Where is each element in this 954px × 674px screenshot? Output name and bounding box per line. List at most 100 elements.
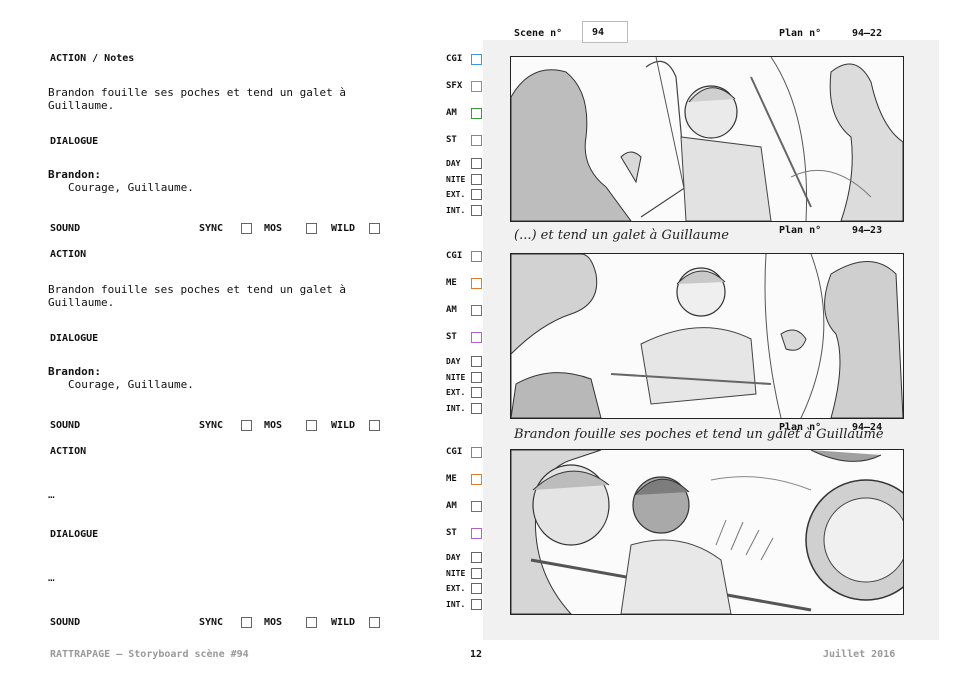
time-label: DAY <box>446 553 461 562</box>
check-label: ME <box>446 474 457 484</box>
dialogue-line: Courage, Guillaume. <box>68 378 194 391</box>
cgi-checkbox[interactable] <box>471 251 482 262</box>
sync-label: SYNC <box>199 420 224 431</box>
wild-label: WILD <box>331 420 356 431</box>
time-label: EXT. <box>446 190 466 199</box>
mos-checkbox[interactable] <box>306 223 317 234</box>
nite-checkbox[interactable] <box>471 372 482 383</box>
time-label: DAY <box>446 159 461 168</box>
time-label: INT. <box>446 600 466 609</box>
int-checkbox[interactable] <box>471 599 482 610</box>
dialogue-speaker: Brandon: <box>48 365 101 378</box>
int-checkbox[interactable] <box>471 205 482 216</box>
am-checkbox[interactable] <box>471 108 482 119</box>
check-label: ST <box>446 332 457 342</box>
mos-label: MOS <box>264 223 283 234</box>
scene-number-field[interactable]: 94 <box>582 21 628 43</box>
check-label: AM <box>446 501 457 511</box>
footer-document-title: RATTRAPAGE — Storyboard scène #94 <box>50 649 249 660</box>
st-checkbox[interactable] <box>471 528 482 539</box>
action-text: Brandon fouille ses poches et tend un ga… <box>48 283 347 309</box>
plan-label: Plan n° <box>779 28 822 39</box>
sync-checkbox[interactable] <box>241 223 252 234</box>
time-label: INT. <box>446 404 466 413</box>
dialogue-heading: DIALOGUE <box>50 529 99 540</box>
me-checkbox[interactable] <box>471 278 482 289</box>
ext-checkbox[interactable] <box>471 387 482 398</box>
st-checkbox[interactable] <box>471 135 482 146</box>
wild-checkbox[interactable] <box>369 617 380 628</box>
day-checkbox[interactable] <box>471 356 482 367</box>
action-heading: ACTION <box>50 446 87 457</box>
sfx-checkbox[interactable] <box>471 81 482 92</box>
check-label: ST <box>446 528 457 538</box>
dialogue-text: … <box>48 571 55 584</box>
check-label: CGI <box>446 54 463 64</box>
mos-checkbox[interactable] <box>306 617 317 628</box>
mos-label: MOS <box>264 617 283 628</box>
scene-number-value: 94 <box>592 27 605 38</box>
dialogue-heading: DIALOGUE <box>50 136 99 147</box>
sync-label: SYNC <box>199 223 224 234</box>
mos-checkbox[interactable] <box>306 420 317 431</box>
sound-label: SOUND <box>50 420 81 431</box>
nite-checkbox[interactable] <box>471 174 482 185</box>
sound-label: SOUND <box>50 617 81 628</box>
day-checkbox[interactable] <box>471 158 482 169</box>
check-label: AM <box>446 305 457 315</box>
scene-label: Scene n° <box>514 28 563 39</box>
dialogue-heading: DIALOGUE <box>50 333 99 344</box>
shot-caption: Brandon fouille ses poches et tend un ga… <box>514 427 884 442</box>
sketch-drawing <box>511 450 903 614</box>
footer-date: Juillet 2016 <box>823 649 896 660</box>
check-label: AM <box>446 108 457 118</box>
action-text: Brandon fouille ses poches et tend un ga… <box>48 86 347 112</box>
wild-label: WILD <box>331 617 356 628</box>
sketch-drawing <box>511 254 903 418</box>
day-checkbox[interactable] <box>471 552 482 563</box>
time-label: EXT. <box>446 388 466 397</box>
wild-checkbox[interactable] <box>369 420 380 431</box>
am-checkbox[interactable] <box>471 501 482 512</box>
me-checkbox[interactable] <box>471 474 482 485</box>
int-checkbox[interactable] <box>471 403 482 414</box>
shot-frame <box>510 56 904 222</box>
check-label: CGI <box>446 251 463 261</box>
dialogue-line: Courage, Guillaume. <box>68 181 194 194</box>
sound-label: SOUND <box>50 223 81 234</box>
action-text: … <box>48 488 55 501</box>
sync-checkbox[interactable] <box>241 420 252 431</box>
time-label: DAY <box>446 357 461 366</box>
check-label: ME <box>446 278 457 288</box>
shot-frame <box>510 449 904 615</box>
wild-checkbox[interactable] <box>369 223 380 234</box>
plan-number: 94–23 <box>852 225 883 236</box>
check-label: ST <box>446 135 457 145</box>
check-label: CGI <box>446 447 463 457</box>
time-label: NITE <box>446 569 466 578</box>
check-label: SFX <box>446 81 463 91</box>
ext-checkbox[interactable] <box>471 189 482 200</box>
time-label: EXT. <box>446 584 466 593</box>
cgi-checkbox[interactable] <box>471 54 482 65</box>
action-notes-heading: ACTION / Notes <box>50 53 135 64</box>
sketch-drawing <box>511 57 903 221</box>
sync-label: SYNC <box>199 617 224 628</box>
plan-label: Plan n° <box>779 225 822 236</box>
mos-label: MOS <box>264 420 283 431</box>
wild-label: WILD <box>331 223 356 234</box>
dialogue-speaker: Brandon: <box>48 168 101 181</box>
sync-checkbox[interactable] <box>241 617 252 628</box>
shot-caption: (...) et tend un galet à Guillaume <box>514 228 729 243</box>
plan-number: 94–24 <box>852 422 883 433</box>
plan-number: 94–22 <box>852 28 883 39</box>
action-heading: ACTION <box>50 249 87 260</box>
time-label: NITE <box>446 373 466 382</box>
am-checkbox[interactable] <box>471 305 482 316</box>
nite-checkbox[interactable] <box>471 568 482 579</box>
ext-checkbox[interactable] <box>471 583 482 594</box>
time-label: INT. <box>446 206 466 215</box>
cgi-checkbox[interactable] <box>471 447 482 458</box>
st-checkbox[interactable] <box>471 332 482 343</box>
plan-label: Plan n° <box>779 422 822 433</box>
